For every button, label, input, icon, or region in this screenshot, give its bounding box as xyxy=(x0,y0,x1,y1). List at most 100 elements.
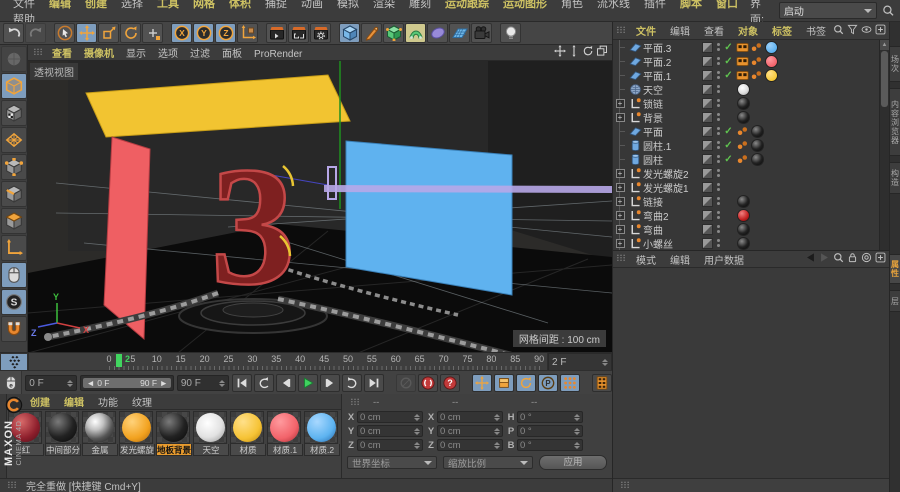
rotate-button[interactable] xyxy=(120,23,141,43)
expand-icon[interactable]: + xyxy=(615,182,625,192)
menu-item[interactable]: 脚本 xyxy=(673,0,709,10)
loop-left-button[interactable] xyxy=(254,374,274,392)
goto-end-button[interactable] xyxy=(364,374,384,392)
timeline-mode-button[interactable] xyxy=(0,353,28,371)
menu-item[interactable]: 渲染 xyxy=(366,0,402,10)
lock-z-button[interactable]: Z xyxy=(215,23,236,43)
points-mode-button[interactable] xyxy=(0,154,27,180)
menu-item[interactable]: 查看 xyxy=(697,27,731,38)
visibility-dots[interactable] xyxy=(714,57,722,65)
expand-icon[interactable]: + xyxy=(615,196,625,206)
magnet-button[interactable] xyxy=(0,316,27,342)
snap-button[interactable]: S xyxy=(0,289,27,315)
goto-start-button[interactable] xyxy=(232,374,252,392)
spline-disc-button[interactable] xyxy=(427,23,448,43)
spinner-icon[interactable] xyxy=(494,427,500,435)
material-tag[interactable] xyxy=(735,96,751,110)
object-name[interactable]: 平面 xyxy=(643,124,701,139)
expand-icon[interactable]: + xyxy=(615,98,625,108)
record-key-button[interactable] xyxy=(418,374,438,392)
menu-item[interactable]: 纹理 xyxy=(125,398,159,409)
menu-item[interactable]: 文件 xyxy=(6,0,42,10)
visibility-toggle[interactable] xyxy=(701,153,714,165)
range-end-field[interactable]: 90 F xyxy=(176,375,229,391)
apply-button[interactable]: 应用 xyxy=(539,455,607,470)
material-tag[interactable] xyxy=(735,82,751,96)
expand-icon[interactable]: + xyxy=(615,238,625,248)
enabled-check-icon[interactable]: ✓ xyxy=(722,126,735,137)
deformer-button[interactable] xyxy=(405,23,426,43)
object-name[interactable]: 平面.1 xyxy=(643,68,701,83)
menu-item[interactable]: 用户数据 xyxy=(697,256,751,267)
visibility-toggle[interactable] xyxy=(701,167,714,179)
spinner-icon[interactable] xyxy=(414,427,420,435)
spinner-icon[interactable] xyxy=(67,379,74,387)
prev-frame-button[interactable] xyxy=(276,374,296,392)
spinner-icon[interactable] xyxy=(494,441,500,449)
grip-icon[interactable] xyxy=(616,26,626,36)
expand-icon[interactable]: + xyxy=(615,168,625,178)
menu-item[interactable]: 工具 xyxy=(150,0,186,10)
material-item[interactable]: 天空 xyxy=(193,411,229,456)
play-button[interactable] xyxy=(298,374,318,392)
menu-item[interactable]: 编辑 xyxy=(663,27,697,38)
key-pos-button[interactable] xyxy=(472,374,492,392)
viewport-3d-scene[interactable]: 3 Y X Z 透视视图 网格间距 : 100 cm xyxy=(28,61,612,353)
plus-box-button[interactable] xyxy=(875,252,886,266)
material-tag[interactable] xyxy=(735,194,751,208)
scrollbar-thumb[interactable] xyxy=(881,51,888,107)
object-row[interactable]: + 背景 xyxy=(613,110,879,125)
object-row[interactable]: + 链接 xyxy=(613,194,879,209)
object-name[interactable]: 天空 xyxy=(643,82,701,97)
visibility-dots[interactable] xyxy=(714,99,722,107)
material-item[interactable]: 发光螺旋 xyxy=(119,411,155,456)
search-button[interactable] xyxy=(833,24,844,38)
key-rot-button[interactable] xyxy=(516,374,536,392)
playhead[interactable] xyxy=(116,354,122,367)
coordinate-input[interactable]: 0 ° xyxy=(517,439,583,451)
zoom-vert-button[interactable] xyxy=(568,45,580,60)
visibility-toggle[interactable] xyxy=(701,83,714,95)
add-cube-button[interactable] xyxy=(339,23,360,43)
coordinate-input[interactable]: 0 cm xyxy=(357,425,423,437)
object-name[interactable]: 小螺丝 xyxy=(643,236,701,251)
visibility-dots[interactable] xyxy=(714,239,722,247)
scale-button[interactable] xyxy=(98,23,119,43)
visibility-toggle[interactable] xyxy=(701,223,714,235)
key-pla-button[interactable] xyxy=(560,374,580,392)
key-param-button[interactable]: P xyxy=(538,374,558,392)
visibility-dots[interactable] xyxy=(714,155,722,163)
menu-item[interactable]: ProRender xyxy=(248,49,308,60)
menu-item[interactable]: 选择 xyxy=(114,0,150,10)
side-tab[interactable]: 内容浏览器 xyxy=(890,88,900,156)
object-row[interactable]: + 弯曲2 xyxy=(613,208,879,223)
axis-mode-button[interactable] xyxy=(0,235,27,261)
preview-range-slider[interactable]: ◄ 0 F 90 F ► xyxy=(80,375,174,391)
object-row[interactable]: 平面.3 ✓ xyxy=(613,40,879,55)
coordinate-input[interactable]: 0 cm xyxy=(437,439,503,451)
coordinate-space-dropdown[interactable]: 世界坐标 xyxy=(347,456,437,470)
record-off-button[interactable] xyxy=(396,374,416,392)
visibility-toggle[interactable] xyxy=(701,41,714,53)
visibility-dots[interactable] xyxy=(714,85,722,93)
object-name[interactable]: 弯曲 xyxy=(643,222,701,237)
edges-mode-button[interactable] xyxy=(0,181,27,207)
object-row[interactable]: + 小螺丝 xyxy=(613,236,879,250)
eye-button[interactable] xyxy=(861,24,872,38)
current-frame-field[interactable]: 2 F xyxy=(548,353,612,371)
object-row[interactable]: 平面 ✓ xyxy=(613,124,879,139)
phong-tag-icon[interactable] xyxy=(735,153,749,166)
phong-tag-icon[interactable] xyxy=(749,41,763,54)
spinner-icon[interactable] xyxy=(574,427,580,435)
object-name[interactable]: 发光螺旋2 xyxy=(643,166,701,181)
forward-button[interactable] xyxy=(819,252,830,266)
visibility-dots[interactable] xyxy=(714,113,722,121)
menu-item[interactable]: 运动图形 xyxy=(496,0,554,10)
material-tag[interactable] xyxy=(749,124,765,138)
visibility-dots[interactable] xyxy=(714,225,722,233)
visibility-toggle[interactable] xyxy=(701,139,714,151)
compositing-tag-icon[interactable] xyxy=(735,69,749,82)
scroll-up-icon[interactable]: ▲ xyxy=(880,40,889,50)
spinner-icon[interactable] xyxy=(414,441,420,449)
visibility-dots[interactable] xyxy=(714,197,722,205)
